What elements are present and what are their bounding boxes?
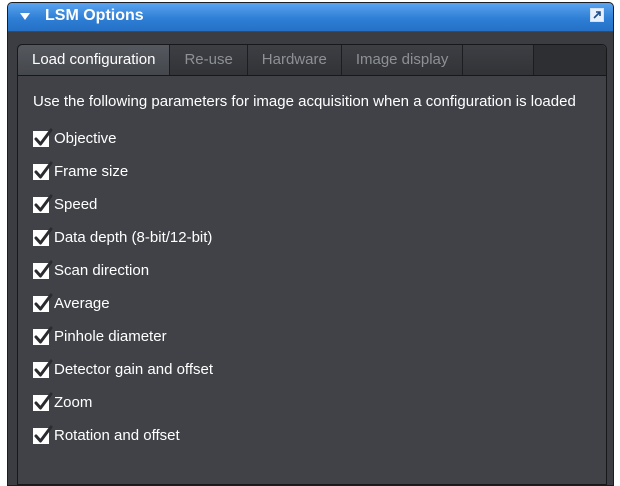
checkbox[interactable]: [33, 260, 53, 279]
option-row[interactable]: Frame size: [33, 155, 591, 188]
tab-re-use[interactable]: Re-use: [170, 45, 248, 75]
option-label: Pinhole diameter: [54, 328, 167, 345]
option-label: Objective: [54, 130, 117, 147]
checkmark-icon: [34, 161, 53, 178]
option-row[interactable]: Pinhole diameter: [33, 320, 591, 353]
option-row[interactable]: Speed: [33, 188, 591, 221]
checkmark-icon: [34, 227, 53, 244]
checkbox[interactable]: [33, 326, 53, 345]
option-row[interactable]: Rotation and offset: [33, 419, 591, 452]
tab-bar: Load configuration Re-use Hardware Image…: [18, 45, 606, 76]
checkmark-icon: [34, 194, 53, 211]
option-label: Zoom: [54, 394, 93, 411]
option-label: Scan direction: [54, 262, 150, 279]
option-label: Average: [54, 295, 110, 312]
option-row[interactable]: Data depth (8-bit/12-bit): [33, 221, 591, 254]
checkmark-icon: [34, 425, 53, 442]
option-label: Detector gain and offset: [54, 361, 213, 378]
checkmark-icon: [34, 260, 53, 277]
checkbox[interactable]: [33, 128, 53, 147]
checkmark-icon: [34, 326, 53, 343]
checkbox[interactable]: [33, 194, 53, 213]
checkbox[interactable]: [33, 161, 53, 180]
description-text: Use the following parameters for image a…: [33, 93, 576, 110]
undock-icon[interactable]: [590, 8, 604, 22]
checkmark-icon: [34, 359, 53, 376]
option-label: Data depth (8-bit/12-bit): [54, 229, 213, 246]
tab-image-display[interactable]: Image display: [341, 45, 464, 75]
checkbox[interactable]: [33, 392, 53, 411]
collapse-triangle-icon[interactable]: [20, 13, 30, 20]
tab-container: Load configuration Re-use Hardware Image…: [17, 44, 607, 485]
lsm-options-panel: LSM Options Load configuration Re-use Ha…: [7, 2, 614, 486]
option-row[interactable]: Detector gain and offset: [33, 353, 591, 386]
tab-hardware[interactable]: Hardware: [247, 45, 342, 75]
option-row[interactable]: Scan direction: [33, 254, 591, 287]
panel-title: LSM Options: [45, 7, 144, 24]
tab-load-configuration[interactable]: Load configuration: [18, 45, 171, 75]
checkbox[interactable]: [33, 425, 53, 444]
checkbox[interactable]: [33, 293, 53, 312]
checkmark-icon: [34, 128, 53, 145]
option-row[interactable]: Objective: [33, 122, 591, 155]
checkmark-icon: [34, 293, 53, 310]
checkbox[interactable]: [33, 359, 53, 378]
option-row[interactable]: Average: [33, 287, 591, 320]
options-list: Objective Frame size Speed Data depth (8-bi…: [33, 122, 591, 452]
checkmark-icon: [34, 392, 53, 409]
option-label: Speed: [54, 196, 98, 213]
tab-content: Use the following parameters for image a…: [18, 76, 606, 484]
option-row[interactable]: Zoom: [33, 386, 591, 419]
tab-bar-filler: [463, 45, 535, 75]
option-label: Rotation and offset: [54, 427, 180, 444]
checkbox[interactable]: [33, 227, 53, 246]
option-label: Frame size: [54, 163, 129, 180]
panel-title-bar[interactable]: LSM Options: [8, 3, 613, 32]
